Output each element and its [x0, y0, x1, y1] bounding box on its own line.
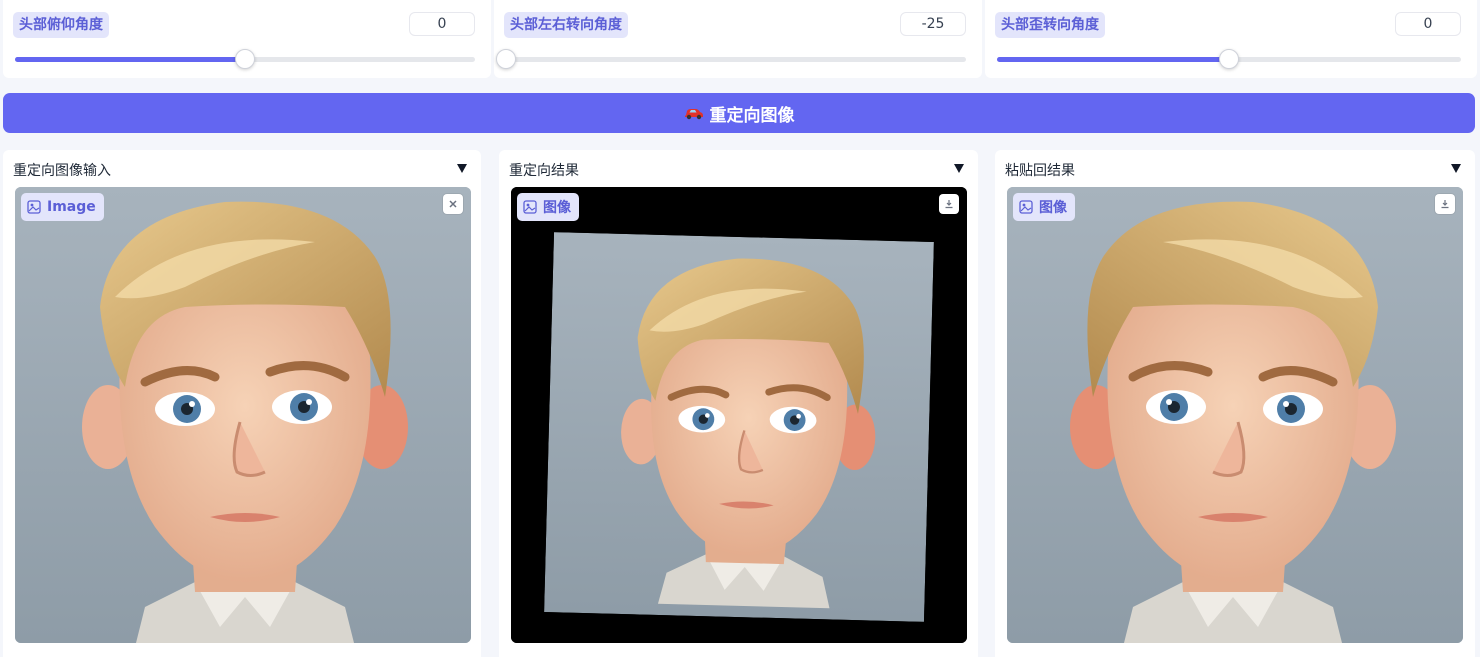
retarget-result-panel: 重定向结果 图像 [499, 150, 978, 657]
paste-back-panel: 粘贴回结果 图像 [995, 150, 1475, 657]
yaw-slider-panel: 头部左右转向角度 -25 [494, 0, 982, 78]
roll-slider-label: 头部歪转向角度 [995, 12, 1105, 38]
pitch-slider-thumb[interactable] [235, 49, 255, 69]
portrait-image [511, 187, 967, 643]
image-badge: 图像 [1013, 193, 1075, 221]
car-icon [684, 109, 703, 120]
roll-value-input[interactable]: 0 [1395, 12, 1461, 36]
pitch-slider-fill [15, 57, 245, 62]
yaw-slider-thumb[interactable] [496, 49, 516, 69]
clear-image-button[interactable] [443, 194, 463, 214]
retarget-image-button[interactable]: 重定向图像 [3, 93, 1475, 133]
image-icon [27, 200, 41, 214]
download-button[interactable] [939, 194, 959, 214]
collapse-triangle-icon[interactable] [1451, 164, 1461, 173]
yaw-slider-track[interactable] [496, 49, 966, 69]
pitch-slider-track[interactable] [15, 49, 475, 69]
download-icon [1441, 200, 1449, 209]
yaw-slider-label: 头部左右转向角度 [504, 12, 628, 38]
collapse-triangle-icon[interactable] [954, 164, 964, 173]
pitch-slider-panel: 头部俯仰角度 0 [3, 0, 491, 78]
image-icon [523, 200, 537, 214]
retarget-image-label: 重定向图像 [709, 105, 795, 126]
roll-slider-track[interactable] [997, 49, 1461, 69]
image-badge-label: 图像 [543, 200, 571, 216]
retarget-result-image[interactable]: 图像 [511, 187, 967, 643]
input-image[interactable]: Image [15, 187, 471, 643]
image-badge-label: 图像 [1039, 200, 1067, 216]
image-icon [1019, 200, 1033, 214]
yaw-value-input[interactable]: -25 [900, 12, 966, 36]
download-button[interactable] [1435, 194, 1455, 214]
roll-slider-fill [997, 57, 1229, 62]
image-badge-label: Image [47, 199, 96, 215]
input-image-panel: 重定向图像输入 Image [3, 150, 481, 657]
image-badge: Image [21, 193, 104, 221]
collapse-triangle-icon[interactable] [457, 164, 467, 173]
roll-slider-panel: 头部歪转向角度 0 [985, 0, 1477, 78]
pitch-slider-label: 头部俯仰角度 [13, 12, 109, 38]
pitch-value-input[interactable]: 0 [409, 12, 475, 36]
paste-back-title: 粘贴回结果 [1005, 163, 1075, 179]
portrait-image [15, 187, 471, 643]
slider-row: 头部俯仰角度 0 头部左右转向角度 -25 头部歪转向角度 0 [0, 0, 1480, 78]
input-panel-title: 重定向图像输入 [13, 163, 111, 179]
roll-slider-thumb[interactable] [1219, 49, 1239, 69]
download-icon [945, 200, 953, 209]
image-badge: 图像 [517, 193, 579, 221]
close-icon [449, 200, 457, 208]
paste-back-image[interactable]: 图像 [1007, 187, 1463, 643]
portrait-image [1007, 187, 1463, 643]
retarget-result-title: 重定向结果 [509, 163, 579, 179]
